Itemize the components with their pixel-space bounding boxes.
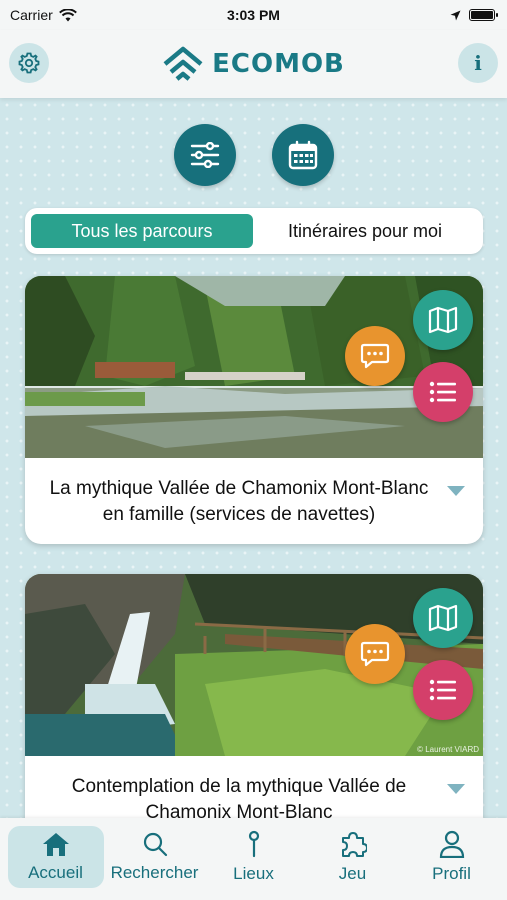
map-icon <box>428 604 458 632</box>
status-bar: Carrier 3:03 PM <box>0 0 507 30</box>
home-icon <box>42 833 69 856</box>
route-title: La mythique Vallée de Chamonix Mont-Blan… <box>49 478 429 525</box>
map-button[interactable] <box>413 588 473 648</box>
chat-bubble-icon <box>360 343 390 369</box>
battery-fill <box>471 11 493 19</box>
route-card[interactable]: © Laurent VIARD Contemplation de la myth… <box>25 574 483 834</box>
tab-label: Lieux <box>233 864 274 883</box>
route-photo-waterfall[interactable]: © Laurent VIARD <box>25 574 483 756</box>
route-photo-image <box>25 574 483 756</box>
calendar-icon <box>288 140 318 170</box>
tab-label: Jeu <box>338 864 367 883</box>
list-icon <box>429 381 456 403</box>
pin-icon <box>248 830 259 858</box>
app-header: ECOMOB i <box>0 30 507 98</box>
segment-routes-for-me[interactable]: Itinéraires pour moi <box>253 214 477 248</box>
tab-lieux[interactable]: Lieux <box>206 826 302 888</box>
route-card[interactable]: La mythique Vallée de Chamonix Mont-Blan… <box>25 276 483 544</box>
tab-profil[interactable]: Profil <box>404 826 500 888</box>
sliders-icon <box>190 142 220 168</box>
battery-icon <box>469 9 498 21</box>
info-icon: i <box>474 51 482 75</box>
gear-icon <box>18 52 40 74</box>
comments-button[interactable] <box>345 624 405 684</box>
route-photo-image <box>25 276 483 458</box>
tab-jeu[interactable]: Jeu <box>305 826 401 888</box>
filter-button[interactable] <box>174 124 236 186</box>
logo-chevrons-icon <box>163 46 203 81</box>
calendar-button[interactable] <box>272 124 334 186</box>
chat-bubble-icon <box>360 641 390 667</box>
comments-button[interactable] <box>345 326 405 386</box>
map-button[interactable] <box>413 290 473 350</box>
logo-text: ECOMOB <box>212 49 345 79</box>
photo-credit: © Laurent VIARD <box>417 745 479 754</box>
steps-list-button[interactable] <box>413 362 473 422</box>
expand-chevron-icon[interactable] <box>447 486 465 496</box>
carrier-label: Carrier <box>10 7 53 23</box>
steps-list-button[interactable] <box>413 660 473 720</box>
tab-accueil[interactable]: Accueil <box>7 826 104 888</box>
user-icon <box>439 830 464 858</box>
expand-chevron-icon[interactable] <box>447 784 465 794</box>
app-logo: ECOMOB <box>162 46 345 82</box>
tab-rechercher[interactable]: Rechercher <box>107 826 203 888</box>
segment-all-routes[interactable]: Tous les parcours <box>31 214 253 248</box>
puzzle-icon <box>341 832 367 857</box>
tab-label: Profil <box>432 864 471 883</box>
wifi-icon <box>58 8 77 21</box>
list-icon <box>429 679 456 701</box>
search-icon <box>143 832 167 857</box>
route-photo-forest-lake[interactable] <box>25 276 483 458</box>
tab-label: Rechercher <box>110 863 199 882</box>
info-button[interactable]: i <box>458 43 498 83</box>
map-icon <box>428 306 458 334</box>
bottom-tab-bar: Accueil Rechercher Lieux Jeu Profil <box>0 818 507 900</box>
tab-label: Accueil <box>28 863 83 882</box>
route-filter-segmented-control: Tous les parcours Itinéraires pour moi <box>25 208 483 254</box>
location-arrow-icon <box>450 10 461 20</box>
settings-button[interactable] <box>9 43 49 83</box>
